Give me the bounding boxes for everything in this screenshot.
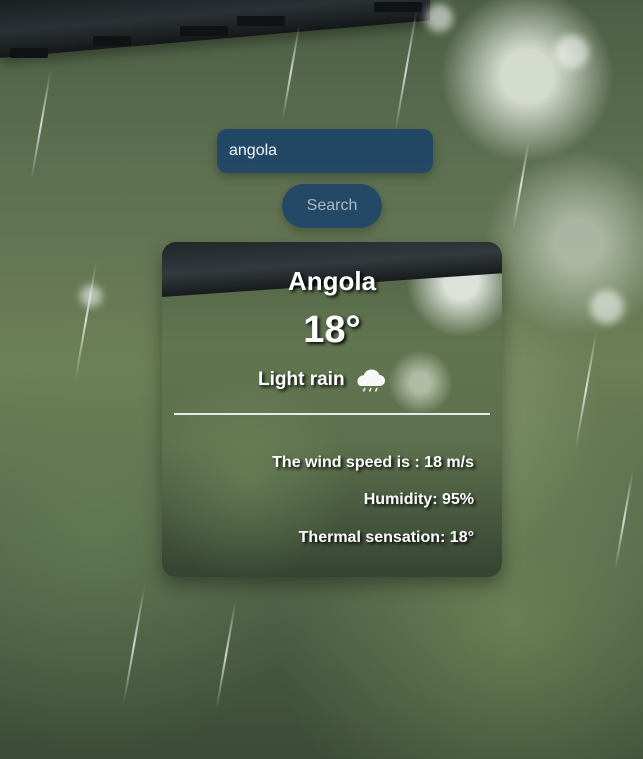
rain-streak [614, 470, 634, 570]
roof-tab [237, 16, 285, 26]
city-name: Angola [287, 266, 377, 296]
roof-tab [93, 36, 131, 46]
light-bokeh [80, 285, 102, 307]
city-search-input[interactable] [217, 129, 433, 173]
rain-streak [122, 585, 146, 705]
temperature-value: 18° [303, 309, 361, 351]
weather-card: Angola 18° Light rain The wind speed is … [162, 242, 502, 577]
roof-tab [180, 26, 228, 36]
wind-speed: The wind speed is : 18 m/s [272, 454, 474, 471]
roof-tab [374, 2, 422, 12]
rain-streak [574, 330, 598, 450]
divider [174, 413, 490, 415]
humidity: Humidity: 95% [363, 491, 474, 508]
rain-streak [74, 260, 98, 380]
search-button[interactable]: Search [282, 184, 382, 228]
light-bokeh [555, 35, 589, 69]
weather-condition-label: Light rain [258, 369, 345, 390]
roof-edge-image [0, 0, 430, 58]
roof-tab [10, 48, 48, 58]
rain-streak [30, 70, 52, 180]
cloud-rain-icon [353, 368, 387, 392]
light-bokeh [425, 4, 453, 32]
rain-streak [281, 24, 301, 120]
rain-streak [394, 8, 418, 133]
light-bokeh [590, 290, 624, 324]
rain-streak [512, 140, 530, 230]
thermal-sensation: Thermal sensation: 18° [298, 529, 474, 546]
weather-condition: Light rain [258, 368, 387, 392]
rain-streak [215, 600, 237, 710]
